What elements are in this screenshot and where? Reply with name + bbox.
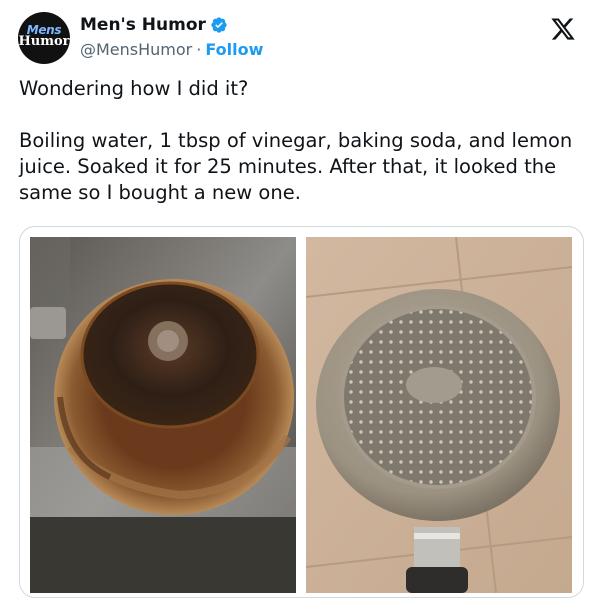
- follow-button[interactable]: Follow: [205, 40, 263, 59]
- avatar[interactable]: Mens Humor: [18, 12, 70, 64]
- burnt-pan-photo[interactable]: [30, 237, 296, 593]
- tweet-text-line-2: Boiling water, 1 tbsp of vinegar, baking…: [19, 129, 573, 204]
- handle[interactable]: @MensHumor: [80, 40, 192, 59]
- verified-badge-icon: [210, 16, 228, 34]
- handle-row: @MensHumor · Follow: [80, 38, 263, 60]
- display-name[interactable]: Men's Humor: [80, 15, 206, 35]
- tweet-text: Wondering how I did it? Boiling water, 1…: [19, 76, 584, 206]
- name-row: Men's Humor: [80, 14, 263, 36]
- tweet-header: Mens Humor Men's Humor @MensHumor · Foll…: [16, 10, 586, 66]
- tweet-media: [19, 226, 584, 598]
- tweet-card: Mens Humor Men's Humor @MensHumor · Foll…: [0, 0, 601, 600]
- x-logo-icon[interactable]: [550, 16, 576, 42]
- tweet-text-line-1: Wondering how I did it?: [19, 77, 249, 100]
- new-pan-photo[interactable]: [306, 237, 572, 593]
- author-info: Men's Humor @MensHumor · Follow: [80, 14, 263, 60]
- avatar-logo-bottom: Humor: [18, 34, 70, 49]
- separator: ·: [196, 39, 202, 59]
